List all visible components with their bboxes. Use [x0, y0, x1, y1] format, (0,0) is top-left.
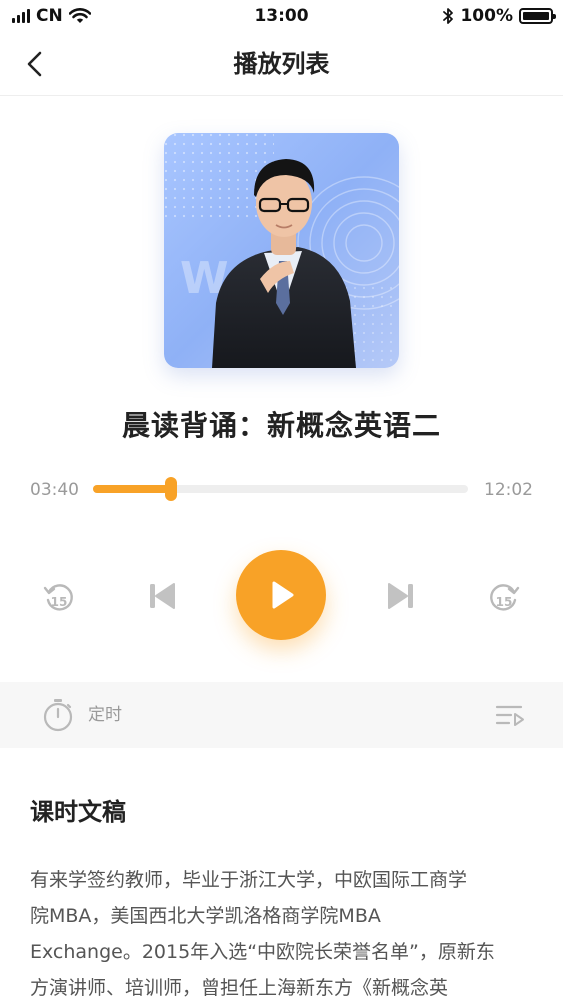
- nav-bar: 播放列表: [0, 32, 563, 96]
- fast-forward-icon: 15: [490, 584, 520, 611]
- transcript-line: 方演讲师、培训师，曾担任上海新东方《新概念英: [30, 977, 449, 999]
- previous-track-button[interactable]: [144, 578, 180, 614]
- player-toolbar: 定时: [0, 682, 563, 748]
- cover-art: W: [164, 133, 399, 368]
- timer-label: 定时: [88, 705, 122, 725]
- transcript-text: 有来学签约教师，毕业于浙江大学，中欧国际工商学 院MBA，美国西北大学凯洛格商学…: [30, 862, 530, 1000]
- timer-button[interactable]: 定时: [42, 698, 122, 732]
- playlist-button[interactable]: [495, 702, 525, 730]
- transcript-line: 院MBA，美国西北大学凯洛格商学院MBA: [30, 905, 381, 927]
- status-bar: CN 13:00 100%: [0, 0, 563, 32]
- stopwatch-icon: [43, 699, 73, 732]
- play-icon: [272, 581, 294, 609]
- transcript-heading: 课时文稿: [30, 798, 126, 826]
- current-time: 03:40: [30, 480, 79, 500]
- skip-forward-icon: [388, 583, 413, 609]
- bluetooth-icon: [443, 8, 454, 24]
- rewind-icon: 15: [43, 584, 73, 611]
- progress-fill: [93, 485, 171, 493]
- progress-thumb[interactable]: [164, 477, 177, 501]
- battery-icon: [519, 8, 556, 24]
- transcript-line: Exchange。2015年入选“中欧院长荣誉名单”，原新东: [30, 941, 495, 963]
- play-button[interactable]: [236, 550, 326, 640]
- total-time: 12:02: [484, 480, 533, 500]
- battery-percent: 100%: [460, 6, 513, 26]
- status-right: 100%: [442, 6, 556, 26]
- forward-seconds: 15: [496, 595, 513, 609]
- skip-back-icon: [150, 583, 175, 609]
- progress-bar[interactable]: [93, 477, 468, 501]
- forward-15-button[interactable]: 15: [487, 578, 523, 614]
- next-track-button[interactable]: [383, 578, 419, 614]
- album-cover: W: [164, 133, 399, 368]
- page-title: 播放列表: [233, 50, 330, 78]
- rewind-seconds: 15: [51, 595, 68, 609]
- rewind-15-button[interactable]: 15: [40, 578, 76, 614]
- transcript-line: 有来学签约教师，毕业于浙江大学，中欧国际工商学: [30, 869, 468, 891]
- track-title: 晨读背诵：新概念英语二: [121, 409, 441, 442]
